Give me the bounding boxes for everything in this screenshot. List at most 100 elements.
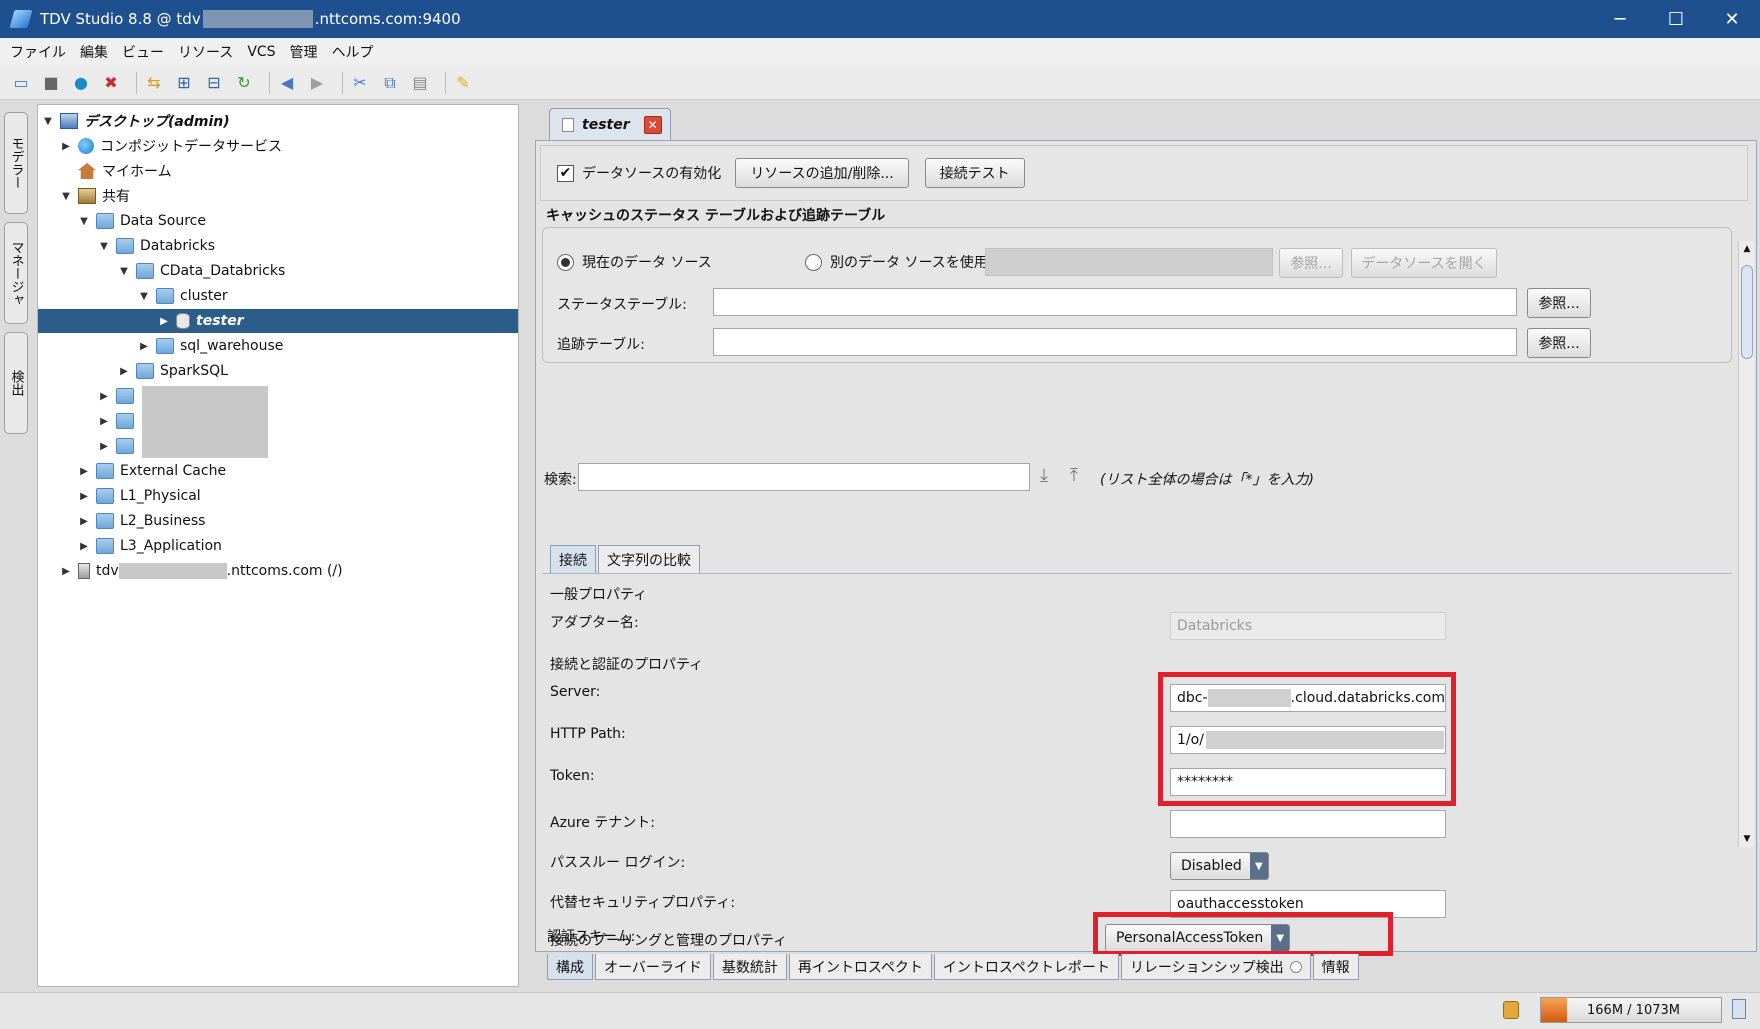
- menu-vcs[interactable]: VCS: [247, 44, 275, 60]
- tree-row-datasource[interactable]: ▼ Data Source: [38, 209, 518, 233]
- collapsed-arrow-icon[interactable]: ▶: [78, 466, 90, 477]
- scroll-up-icon[interactable]: ▲: [1739, 241, 1755, 257]
- current-ds-radio[interactable]: [557, 253, 574, 271]
- move-down-icon[interactable]: ⤓: [1040, 465, 1048, 486]
- refresh-icon[interactable]: ↻: [233, 72, 255, 94]
- dock-tab-manager[interactable]: マネージャ: [4, 222, 28, 324]
- garbage-collect-icon[interactable]: [1732, 999, 1746, 1019]
- collapsed-arrow-icon[interactable]: ▶: [138, 341, 150, 352]
- collapsed-arrow-icon[interactable]: ▶: [60, 566, 72, 577]
- tree-row-l2-business[interactable]: ▶ L2_Business: [38, 509, 518, 533]
- note-icon[interactable]: ✎: [452, 72, 474, 94]
- cut-icon[interactable]: ✂: [349, 72, 371, 94]
- tree-row-desktop[interactable]: ▼ デスクトップ(admin): [38, 109, 518, 133]
- new-resource-icon[interactable]: ●: [70, 72, 92, 94]
- dock-tab-modeler[interactable]: モデラー: [4, 112, 28, 214]
- tab-override[interactable]: オーバーライド: [595, 954, 711, 980]
- add-remove-resource-button[interactable]: リソースの追加/削除...: [735, 158, 909, 188]
- expand-arrow-icon[interactable]: ▼: [118, 266, 130, 277]
- tree-row-myhome[interactable]: マイホーム: [38, 159, 518, 183]
- enable-datasource-checkbox[interactable]: ✔: [557, 164, 574, 182]
- tree-row-cdata-databricks[interactable]: ▼ CData_Databricks: [38, 259, 518, 283]
- tab-cardinality[interactable]: 基数統計: [712, 954, 787, 980]
- delete-icon[interactable]: ✖: [100, 72, 122, 94]
- memory-indicator[interactable]: 166M / 1073M: [1540, 997, 1722, 1023]
- azure-tenant-input[interactable]: [1170, 810, 1446, 838]
- tab-connection[interactable]: 接続: [550, 545, 596, 573]
- editor-tab-tester[interactable]: tester ✕: [549, 108, 671, 140]
- forward-icon[interactable]: ▶: [306, 72, 328, 94]
- tracking-table-input[interactable]: [713, 328, 1517, 356]
- expand-arrow-icon[interactable]: ▼: [98, 241, 110, 252]
- other-ds-radio[interactable]: [805, 253, 822, 271]
- collapsed-arrow-icon[interactable]: ▶: [78, 516, 90, 527]
- tree-row-l3-application[interactable]: ▶ L3_Application: [38, 534, 518, 558]
- menu-file[interactable]: ファイル: [10, 42, 66, 62]
- collapsed-arrow-icon[interactable]: ▶: [98, 416, 110, 427]
- folder-icon: [156, 338, 174, 354]
- menu-help[interactable]: ヘルプ: [332, 42, 374, 62]
- collapsed-arrow-icon[interactable]: ▶: [60, 141, 72, 152]
- tree-row-tester[interactable]: ▶ tester: [38, 309, 518, 333]
- copy-icon[interactable]: ⧉: [379, 72, 401, 94]
- current-ds-option[interactable]: 現在のデータ ソース: [557, 252, 712, 272]
- tree-row-sql-warehouse[interactable]: ▶ sql_warehouse: [38, 334, 518, 358]
- panel-splitter[interactable]: [525, 104, 531, 987]
- move-up-icon[interactable]: ⤒: [1070, 465, 1078, 486]
- menu-edit[interactable]: 編集: [80, 42, 108, 62]
- collapsed-arrow-icon[interactable]: ▶: [98, 391, 110, 402]
- collapsed-arrow-icon[interactable]: ▶: [158, 316, 170, 327]
- passthrough-dropdown[interactable]: Disabled ▼: [1170, 852, 1269, 880]
- dock-tab-discovery[interactable]: 検出: [4, 332, 28, 434]
- connection-test-button[interactable]: 接続テスト: [924, 158, 1025, 188]
- search-input[interactable]: [578, 463, 1030, 491]
- paste-icon[interactable]: ▤: [409, 72, 431, 94]
- folder-icon: [116, 413, 134, 429]
- tree-row-databricks[interactable]: ▼ Databricks: [38, 234, 518, 258]
- expand-arrow-icon[interactable]: ▼: [138, 291, 150, 302]
- status-table-browse-button[interactable]: 参照...: [1527, 288, 1591, 318]
- expand-arrow-icon[interactable]: ▼: [60, 191, 72, 202]
- menu-admin[interactable]: 管理: [290, 42, 318, 62]
- maximize-button[interactable]: ☐: [1648, 0, 1704, 38]
- collapsed-arrow-icon[interactable]: ▶: [78, 491, 90, 502]
- collapsed-arrow-icon[interactable]: ▶: [118, 366, 130, 377]
- tree-row-l1-physical[interactable]: ▶ L1_Physical: [38, 484, 518, 508]
- expand-icon[interactable]: ⊞: [173, 72, 195, 94]
- tab-info[interactable]: 情報: [1312, 954, 1359, 980]
- tree-row-sparksql[interactable]: ▶ SparkSQL: [38, 359, 518, 383]
- save-icon[interactable]: ■: [40, 72, 62, 94]
- tab-reintrospect[interactable]: 再イントロスペクト: [788, 954, 932, 980]
- minimize-button[interactable]: ─: [1592, 0, 1648, 38]
- status-table-input[interactable]: [713, 288, 1517, 316]
- tree-row-shared[interactable]: ▼ 共有: [38, 184, 518, 208]
- scroll-down-icon[interactable]: ▼: [1739, 831, 1755, 847]
- collapsed-arrow-icon[interactable]: ▶: [98, 441, 110, 452]
- open-folder-icon[interactable]: ▭: [10, 72, 32, 94]
- scroll-thumb[interactable]: [1741, 265, 1753, 359]
- expand-arrow-icon[interactable]: ▼: [78, 216, 90, 227]
- collapse-icon[interactable]: ⊟: [203, 72, 225, 94]
- tab-relationship-discovery[interactable]: リレーションシップ検出: [1120, 954, 1311, 980]
- tree-row-redacted-2[interactable]: ▶: [38, 409, 518, 433]
- close-tab-icon[interactable]: ✕: [643, 115, 662, 134]
- tab-string-compare[interactable]: 文字列の比較: [598, 545, 700, 573]
- menu-resource[interactable]: リソース: [178, 42, 233, 62]
- tree-row-redacted-1[interactable]: ▶: [38, 384, 518, 408]
- other-ds-option[interactable]: 別のデータ ソースを使用: [805, 252, 988, 272]
- tab-introspect-report[interactable]: イントロスペクトレポート: [933, 954, 1119, 980]
- tree-row-server[interactable]: ▶ tdv .nttcoms.com (/): [38, 559, 518, 583]
- collapsed-arrow-icon[interactable]: ▶: [78, 541, 90, 552]
- tree-row-redacted-3[interactable]: ▶: [38, 434, 518, 458]
- vertical-scrollbar[interactable]: ▲ ▼: [1738, 241, 1754, 847]
- menu-view[interactable]: ビュー: [122, 42, 164, 62]
- tracking-table-browse-button[interactable]: 参照...: [1527, 328, 1591, 358]
- back-icon[interactable]: ◀: [276, 72, 298, 94]
- reorder-icon[interactable]: ⇆: [143, 72, 165, 94]
- tab-configuration[interactable]: 構成: [547, 954, 593, 980]
- tree-row-external-cache[interactable]: ▶ External Cache: [38, 459, 518, 483]
- tree-row-cluster[interactable]: ▼ cluster: [38, 284, 518, 308]
- expand-arrow-icon[interactable]: ▼: [42, 116, 54, 127]
- close-window-button[interactable]: ✕: [1704, 0, 1760, 38]
- tree-row-composite[interactable]: ▶ コンポジットデータサービス: [38, 134, 518, 158]
